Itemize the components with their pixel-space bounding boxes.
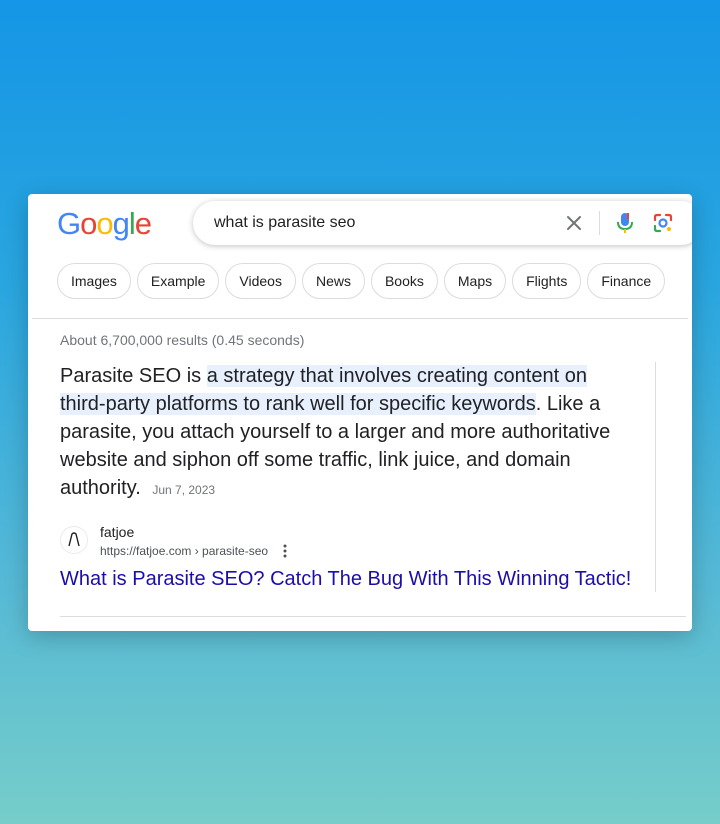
logo-letter: o [80,206,97,241]
close-icon[interactable] [564,213,584,233]
filter-chips: Images Example Videos News Books Maps Fl… [57,263,666,299]
logo-letter: o [96,206,113,241]
result-divider [60,616,686,617]
chip-example[interactable]: Example [136,263,220,299]
featured-snippet: Parasite SEO is a strategy that involves… [60,362,635,504]
search-results-card: Google what is parasite seo Images Examp… [28,194,692,631]
search-divider [599,211,600,235]
logo-letter: g [112,206,130,241]
chip-images[interactable]: Images [57,263,131,299]
chip-flights[interactable]: Flights [512,263,582,299]
snippet-text: Parasite SEO is [60,365,207,387]
site-favicon[interactable] [60,526,88,554]
logo-letter: e [134,206,152,241]
site-url[interactable]: https://fatjoe.com › parasite-seo [100,544,268,558]
google-logo[interactable]: Google [57,206,152,242]
chip-news[interactable]: News [301,263,365,299]
logo-letter: G [57,206,81,241]
snippet-divider [655,362,656,592]
more-vert-icon[interactable] [282,543,288,559]
chip-books[interactable]: Books [370,263,438,299]
microphone-icon[interactable] [614,211,636,235]
chip-finance[interactable]: Finance [587,263,666,299]
result-title-link[interactable]: What is Parasite SEO? Catch The Bug With… [60,568,631,591]
site-name[interactable]: fatjoe [100,524,134,540]
google-lens-icon[interactable] [652,212,674,234]
result-stats: About 6,700,000 results (0.45 seconds) [60,332,305,348]
header-divider [32,318,688,319]
chip-videos[interactable]: Videos [225,263,296,299]
snippet-date: Jun 7, 2023 [152,483,216,497]
search-box[interactable]: what is parasite seo [193,201,692,245]
search-input[interactable]: what is parasite seo [214,214,355,232]
chip-maps[interactable]: Maps [443,263,507,299]
fatjoe-logo-icon [68,532,80,547]
